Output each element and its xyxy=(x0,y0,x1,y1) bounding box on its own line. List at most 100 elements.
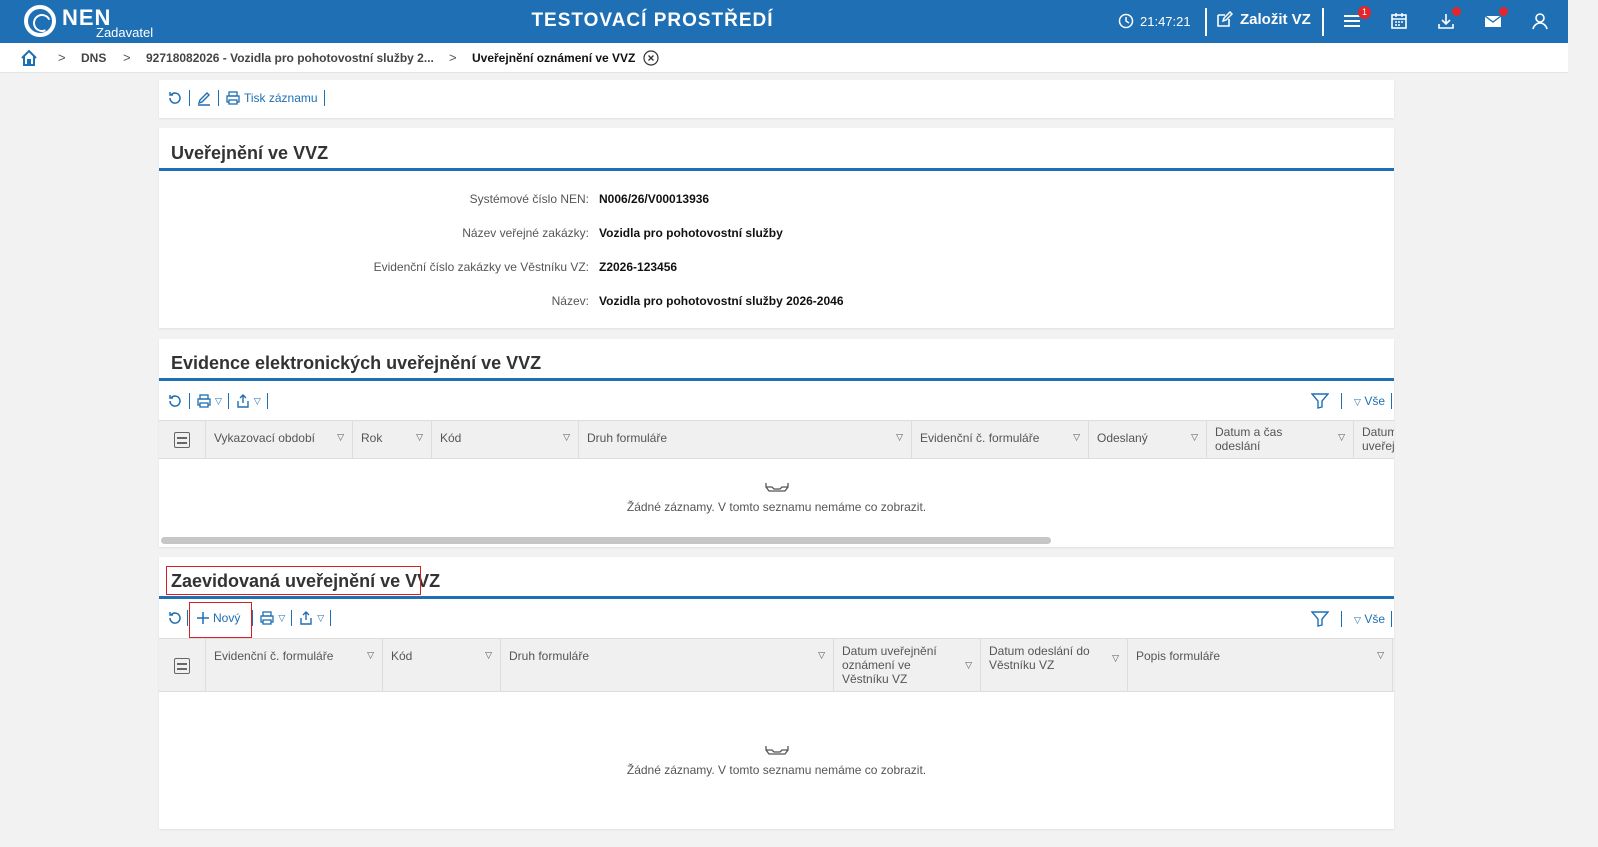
column-header[interactable]: Kód ▽ xyxy=(383,639,501,691)
user-icon xyxy=(1532,13,1548,30)
column-label: Kód xyxy=(440,431,462,445)
column-settings[interactable] xyxy=(159,639,206,691)
column-header[interactable]: Rok ▽ xyxy=(353,421,432,458)
toolbar-divider xyxy=(252,610,254,626)
column-header[interactable]: Vykazovací období ▽ xyxy=(206,421,353,458)
column-label: Evidenční č. formuláře xyxy=(920,431,1040,445)
sort-caret-icon: ▽ xyxy=(1191,432,1198,442)
column-header[interactable]: Evidenční č. formuláře ▽ xyxy=(912,421,1089,458)
sort-caret-icon: ▽ xyxy=(367,650,374,660)
home-icon[interactable] xyxy=(20,49,38,67)
field-value: N006/26/V00013936 xyxy=(599,192,710,206)
empty-tray-icon xyxy=(764,483,789,492)
registered-table-header: Evidenční č. formuláře ▽ Kód ▽ Druh formul… xyxy=(159,638,1394,692)
column-header[interactable]: Datum uveřej xyxy=(1354,421,1394,458)
registered-panel: Zaevidovaná uveřejnění ve VVZ Nový ▽ ▽ ▽… xyxy=(159,557,1394,829)
column-header[interactable]: Druh formuláře ▽ xyxy=(579,421,912,458)
column-header[interactable]: Evidenční č. formuláře ▽ xyxy=(206,639,383,691)
breadcrumb-dns[interactable]: DNS xyxy=(81,51,106,65)
filter-all-button[interactable]: ▽ Vše xyxy=(1354,612,1385,626)
field-value: Vozidla pro pohotovostní služby 2026-204… xyxy=(599,294,844,308)
toolbar-divider xyxy=(1341,611,1343,627)
evidence-filter-area: ▽ Vše xyxy=(1311,393,1392,409)
field-label: Systémové číslo NEN: xyxy=(469,192,589,206)
downloads-button[interactable] xyxy=(1436,7,1461,31)
print-menu-button[interactable]: ▽ xyxy=(196,393,222,409)
empty-state: Žádné záznamy. V tomto seznamu nemáme co… xyxy=(159,482,1394,514)
sort-caret-icon: ▽ xyxy=(563,432,570,442)
environment-title: TESTOVACÍ PROSTŘEDÍ xyxy=(531,10,774,31)
print-menu-button[interactable]: ▽ xyxy=(259,610,285,626)
column-header[interactable]: Kód ▽ xyxy=(432,421,579,458)
sort-caret-icon: ▽ xyxy=(485,650,492,660)
breadcrumb-contract[interactable]: 92718082026 - Vozidla pro pohotovostní s… xyxy=(146,51,434,65)
create-vz-button[interactable]: Založit VZ xyxy=(1216,11,1311,28)
column-label: Datum uveřej xyxy=(1362,425,1394,453)
toolbar-divider xyxy=(291,610,293,626)
caret-down-icon: ▽ xyxy=(1354,615,1361,625)
print-record-button[interactable]: Tisk záznamu xyxy=(225,90,318,106)
empty-text: Žádné záznamy. V tomto seznamu nemáme co… xyxy=(626,500,927,514)
chevron-right-icon: > xyxy=(123,50,131,65)
new-button-highlight xyxy=(189,602,252,638)
chevron-right-icon: > xyxy=(58,50,66,65)
calendar-button[interactable] xyxy=(1389,11,1409,31)
print-icon xyxy=(260,611,274,625)
print-icon xyxy=(197,394,211,408)
column-label: Vykazovací období xyxy=(214,431,315,445)
top-header: NEN Zadavatel TESTOVACÍ PROSTŘEDÍ 21:47:… xyxy=(0,0,1568,43)
column-header[interactable]: Datum a čas odeslání ▽ xyxy=(1207,421,1354,458)
evidence-toolbar: ▽ ▽ xyxy=(167,393,274,409)
column-header[interactable]: Datum uveřejnění oznámení ve Věstníku VZ… xyxy=(834,639,981,691)
close-tab-icon[interactable] xyxy=(643,50,659,66)
column-label: Datum a čas odeslání xyxy=(1215,425,1283,453)
horizontal-scrollbar[interactable] xyxy=(161,537,1051,544)
sort-caret-icon: ▽ xyxy=(1338,432,1345,442)
toolbar-divider xyxy=(189,90,190,106)
toolbar-divider xyxy=(187,610,188,626)
refresh-icon[interactable] xyxy=(167,90,183,106)
filter-all-button[interactable]: ▽ Vše xyxy=(1354,394,1385,408)
filter-icon[interactable] xyxy=(1311,611,1330,627)
evidence-panel: Evidence elektronických uveřejnění ve VV… xyxy=(159,339,1394,547)
menu-button[interactable]: 1 xyxy=(1342,6,1371,31)
column-header[interactable]: Druh formuláře ▽ xyxy=(501,639,834,691)
field-value: Z2026-123456 xyxy=(599,260,678,274)
column-header[interactable]: Odeslaný ▽ xyxy=(1089,421,1207,458)
title-underline xyxy=(159,378,1394,381)
toolbar-divider xyxy=(266,393,268,409)
detail-panel: Uveřejnění ve VVZ Systémové číslo NEN: N… xyxy=(159,128,1394,328)
caret-down-icon: ▽ xyxy=(253,395,261,406)
notification-dot xyxy=(1499,7,1508,16)
user-button[interactable] xyxy=(1530,11,1550,31)
messages-button[interactable] xyxy=(1483,7,1508,31)
refresh-icon[interactable] xyxy=(167,393,183,409)
toolbar-divider xyxy=(1391,611,1392,627)
notification-dot xyxy=(1452,7,1461,16)
toolbar-divider xyxy=(1391,393,1392,409)
create-vz-label: Založit VZ xyxy=(1240,11,1311,28)
field-value: Vozidla pro pohotovostní služby xyxy=(599,226,783,240)
field-label: Název: xyxy=(551,294,589,308)
sort-caret-icon: ▽ xyxy=(337,432,344,442)
sort-caret-icon: ▽ xyxy=(965,660,972,670)
column-header[interactable]: Datum odeslání do Věstníku VZ ▽ xyxy=(981,639,1128,691)
toolbar-divider xyxy=(218,90,219,106)
toolbar-divider xyxy=(189,393,190,409)
filter-icon[interactable] xyxy=(1311,393,1330,409)
export-menu-button[interactable]: ▽ xyxy=(235,393,261,409)
clock-icon xyxy=(1118,13,1134,29)
record-toolbar: Tisk záznamu xyxy=(167,90,331,106)
print-record-label: Tisk záznamu xyxy=(244,91,318,105)
export-menu-button[interactable]: ▽ xyxy=(298,610,324,626)
edit-icon[interactable] xyxy=(196,90,212,106)
column-label: Rok xyxy=(361,431,383,445)
settings-icon xyxy=(174,658,190,674)
column-header[interactable]: Popis formuláře ▽ xyxy=(1128,639,1393,691)
filter-all-label: Vše xyxy=(1364,394,1385,408)
field-label: Evidenční číslo zakázky ve Věstníku VZ: xyxy=(373,260,589,274)
caret-down-icon: ▽ xyxy=(1354,397,1361,407)
refresh-icon[interactable] xyxy=(167,610,183,626)
breadcrumb: > DNS > 92718082026 - Vozidla pro pohoto… xyxy=(0,43,1568,73)
column-settings[interactable] xyxy=(159,421,206,458)
